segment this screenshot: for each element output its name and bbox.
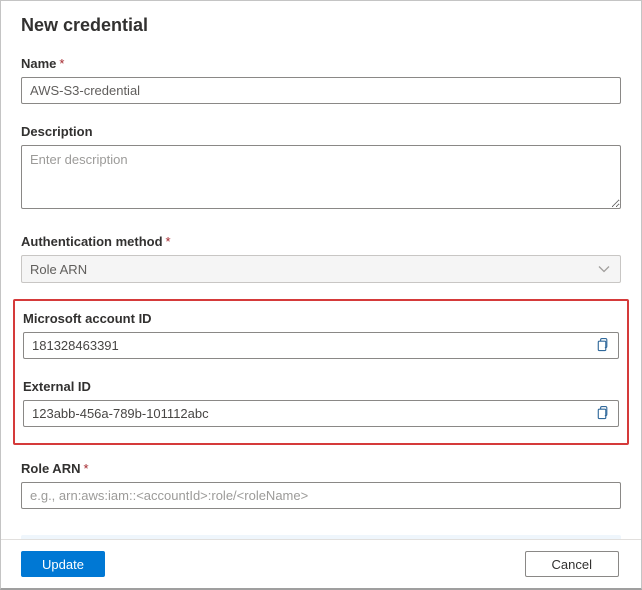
chevron-down-icon: [598, 265, 610, 273]
required-asterisk: *: [83, 461, 88, 476]
name-label: Name*: [21, 56, 621, 71]
role-arn-label: Role ARN*: [21, 461, 621, 476]
name-input[interactable]: [21, 77, 621, 104]
new-credential-panel: New credential Name* Description Authent…: [0, 0, 642, 590]
update-button[interactable]: Update: [21, 551, 105, 577]
auth-method-label: Authentication method*: [21, 234, 621, 249]
role-arn-field-group: Role ARN*: [21, 461, 621, 509]
panel-footer: Update Cancel: [1, 539, 641, 588]
auth-method-field-group: Authentication method* Role ARN: [21, 234, 621, 283]
external-id-label: External ID: [23, 379, 619, 394]
copy-button[interactable]: [586, 333, 618, 358]
microsoft-account-id-label: Microsoft account ID: [23, 311, 619, 326]
external-id-field-group: External ID: [23, 379, 619, 427]
description-textarea[interactable]: [21, 145, 621, 209]
auth-method-select[interactable]: Role ARN: [21, 255, 621, 283]
copy-icon: [595, 405, 610, 423]
description-field-group: Description: [21, 124, 621, 214]
cancel-button[interactable]: Cancel: [525, 551, 619, 577]
microsoft-account-id-field-group: Microsoft account ID: [23, 311, 619, 359]
microsoft-account-id-input[interactable]: [24, 333, 586, 358]
external-id-input[interactable]: [24, 401, 586, 426]
highlighted-section: Microsoft account ID External ID: [13, 299, 629, 445]
external-id-input-wrapper: [23, 400, 619, 427]
copy-button[interactable]: [586, 401, 618, 426]
copy-icon: [595, 337, 610, 355]
role-arn-input[interactable]: [21, 482, 621, 509]
required-asterisk: *: [59, 56, 64, 71]
auth-method-selected-value: Role ARN: [30, 262, 87, 277]
description-label: Description: [21, 124, 621, 139]
required-asterisk: *: [166, 234, 171, 249]
name-field-group: Name*: [21, 56, 621, 104]
panel-content: New credential Name* Description Authent…: [1, 1, 641, 539]
page-title: New credential: [21, 15, 621, 36]
microsoft-account-id-input-wrapper: [23, 332, 619, 359]
